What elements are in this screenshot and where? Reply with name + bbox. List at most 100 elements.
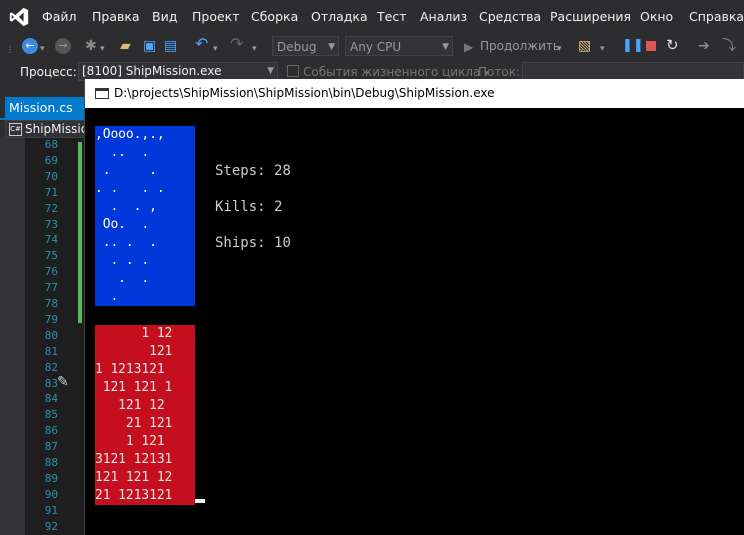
hit-cell-row: 21 1213121 xyxy=(95,488,173,503)
hit-cell xyxy=(185,361,195,379)
hit-cell-row: 1 121 xyxy=(95,434,173,449)
redo-icon[interactable]: ↷ xyxy=(230,35,243,53)
line-number: 84 xyxy=(44,392,58,406)
steps-stat: Steps: 28 xyxy=(215,163,291,179)
hit-cell xyxy=(165,397,175,415)
restart-icon[interactable]: ↻ xyxy=(666,36,679,54)
back-dropdown-icon[interactable]: ▾ xyxy=(40,40,45,58)
menu-extensions[interactable]: Расширения xyxy=(550,9,631,24)
hit-cell xyxy=(175,487,185,505)
process-icon[interactable]: ▧ xyxy=(578,37,591,55)
menu-help[interactable]: Справка xyxy=(689,9,744,24)
hit-cell xyxy=(175,361,185,379)
line-number: 76 xyxy=(44,265,58,279)
console-title: D:\projects\ShipMission\ShipMission\bin\… xyxy=(114,86,495,100)
new-item-icon[interactable]: ✱ xyxy=(85,37,97,55)
sea-cell-row: .. . xyxy=(95,145,165,160)
menu-file[interactable]: Файл xyxy=(42,9,77,24)
forward-icon[interactable]: → xyxy=(55,38,71,54)
line-number: 79 xyxy=(44,312,58,326)
continue-dropdown-icon[interactable]: ▾ xyxy=(557,40,562,58)
ships-value: 10 xyxy=(274,235,291,251)
pause-icon[interactable]: ❚❚ xyxy=(622,37,644,55)
line-number: 92 xyxy=(44,519,58,533)
open-folder-icon[interactable]: ▰ xyxy=(120,37,131,55)
sea-cell xyxy=(175,180,185,198)
save-icon[interactable]: ▣ xyxy=(143,37,156,55)
menu-tools[interactable]: Средства xyxy=(479,9,541,24)
hit-cell xyxy=(175,451,185,469)
hit-cell xyxy=(185,469,195,487)
line-number: 74 xyxy=(44,233,58,247)
process-dropdown-icon[interactable]: ▾ xyxy=(600,40,605,58)
undo-dropdown-icon[interactable]: ▾ xyxy=(213,40,218,58)
line-number: 71 xyxy=(44,185,58,199)
console-titlebar[interactable]: D:\projects\ShipMission\ShipMission\bin\… xyxy=(85,79,744,108)
console-window[interactable]: D:\projects\ShipMission\ShipMission\bin\… xyxy=(84,79,744,535)
hit-cell xyxy=(175,433,185,451)
sea-cell xyxy=(165,144,175,162)
sea-cell xyxy=(175,198,185,216)
menu-view[interactable]: Вид xyxy=(152,9,177,24)
edit-pencil-icon: ✎ xyxy=(57,374,69,390)
new-item-dropdown-icon[interactable]: ▾ xyxy=(100,40,105,58)
continue-play-icon[interactable]: ▶ xyxy=(464,38,473,56)
lifecycle-events-button[interactable]: События жизненного цикла ▾ xyxy=(287,65,489,79)
standard-toolbar: ⋮ ← ▾ → ✱ ▾ ▰ ▣ ▤ ↶ ▾ ↷ ▾ Debug ▼ Any CP… xyxy=(0,33,744,60)
hit-cell xyxy=(185,451,195,469)
back-icon[interactable]: ← xyxy=(22,38,38,54)
console-app-icon xyxy=(95,88,109,99)
continue-button[interactable]: Продолжить xyxy=(480,39,560,53)
sea-cell xyxy=(165,198,175,216)
sea-cell xyxy=(165,180,175,198)
kills-label: Kills: xyxy=(215,199,266,215)
ships-label: Ships: xyxy=(215,235,266,251)
kills-value: 2 xyxy=(274,199,283,215)
sea-cell xyxy=(175,216,185,234)
hit-cell-row: 1 12 xyxy=(95,326,173,341)
menu-window[interactable]: Окно xyxy=(640,9,673,24)
toolbar-grip-icon: ⋮ xyxy=(6,45,14,54)
line-number: 70 xyxy=(44,169,58,183)
visual-studio-logo-icon xyxy=(9,7,29,27)
chevron-down-icon: ▼ xyxy=(328,42,335,52)
sea-cell xyxy=(175,252,185,270)
hit-cell-row: 121 12 xyxy=(95,398,165,413)
step-into-icon[interactable]: ⤵ xyxy=(722,37,736,55)
sea-cell xyxy=(165,234,175,252)
menu-test[interactable]: Тест xyxy=(377,9,406,24)
sea-cell-row: . . xyxy=(95,271,165,286)
menu-analyze[interactable]: Анализ xyxy=(420,9,467,24)
menu-edit[interactable]: Правка xyxy=(92,9,140,24)
hit-cell xyxy=(175,397,185,415)
sea-cell xyxy=(185,162,195,180)
sea-cell xyxy=(165,252,175,270)
undo-icon[interactable]: ↶ xyxy=(195,35,208,53)
menu-bar: Файл Правка Вид Проект Сборка Отладка Те… xyxy=(0,0,744,33)
platform-select[interactable]: Any CPU ▼ xyxy=(345,36,453,56)
indicator-margin xyxy=(0,138,25,535)
show-next-statement-icon[interactable]: ➔ xyxy=(698,37,710,55)
line-number: 83 xyxy=(44,376,58,390)
hit-cell-row: 21 121 xyxy=(95,416,173,431)
sea-cell xyxy=(185,252,195,270)
configuration-select[interactable]: Debug ▼ xyxy=(272,36,339,56)
stop-icon[interactable] xyxy=(646,41,656,51)
sea-cell-row: . . . xyxy=(95,253,165,268)
sea-cell-row: .. . . xyxy=(95,235,165,250)
tab-mission-cs[interactable]: Mission.cs ⊣ xyxy=(5,97,91,118)
ships-stat: Ships: 10 xyxy=(215,235,291,251)
chevron-down-icon: ▼ xyxy=(442,42,449,52)
kills-stat: Kills: 2 xyxy=(215,199,282,215)
menu-project[interactable]: Проект xyxy=(192,9,240,24)
navigation-bar[interactable]: C# ShipMissio xyxy=(5,120,85,138)
line-number: 78 xyxy=(44,297,58,310)
menu-build[interactable]: Сборка xyxy=(251,9,298,24)
sea-cell xyxy=(165,216,175,234)
line-number: 88 xyxy=(44,456,58,469)
line-number: 77 xyxy=(44,281,58,295)
hit-cell xyxy=(175,469,185,487)
menu-debug[interactable]: Отладка xyxy=(311,9,368,24)
redo-dropdown-icon[interactable]: ▾ xyxy=(252,40,257,58)
save-all-icon[interactable]: ▤ xyxy=(164,37,177,55)
